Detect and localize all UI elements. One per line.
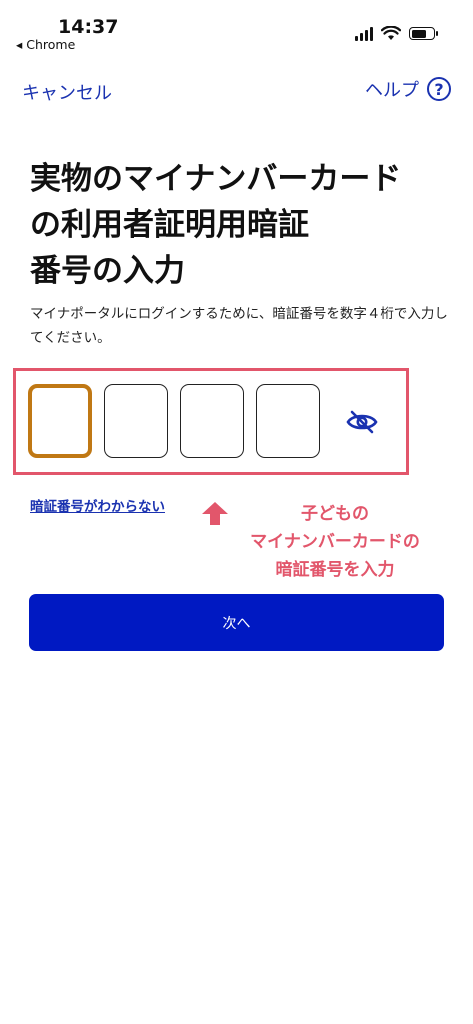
pin-digit-3[interactable] — [180, 384, 244, 458]
wifi-icon — [381, 26, 401, 40]
title-line: 実物のマイナンバーカード — [30, 161, 402, 197]
annotation-text: 子どもの マイナンバーカードの 暗証番号を入力 — [215, 500, 455, 584]
status-time: 14:37 — [58, 16, 119, 38]
title-line: の利用者証明用暗証 — [30, 207, 309, 243]
question-circle-icon: ? — [427, 77, 451, 101]
title-line: 番号の入力 — [30, 253, 185, 289]
cellular-signal-icon — [355, 26, 373, 41]
back-to-chrome-link[interactable]: ◂ Chrome — [16, 37, 75, 52]
pin-digit-4[interactable] — [256, 384, 320, 458]
pin-digit-2[interactable] — [104, 384, 168, 458]
next-button[interactable]: 次へ — [29, 594, 444, 651]
eye-off-icon[interactable] — [345, 409, 379, 435]
forgot-pin-link[interactable]: 暗証番号がわからない — [30, 495, 165, 515]
cancel-button[interactable]: キャンセル — [22, 79, 112, 105]
instruction-text: マイナポータルにログインするために、暗証番号を数字４桁で入力してください。 — [30, 306, 448, 346]
pin-digit-1[interactable] — [28, 384, 92, 458]
help-button[interactable]: ヘルプ ? — [365, 76, 451, 102]
annotation-line: マイナンバーカードの — [250, 532, 420, 552]
nav-bar: キャンセル ヘルプ ? — [0, 76, 473, 106]
battery-icon — [409, 27, 438, 40]
page-title: 実物のマイナンバーカード の利用者証明用暗証 番号の入力 — [30, 156, 450, 294]
status-bar: 14:37 ◂ Chrome — [0, 0, 473, 56]
annotation-line: 暗証番号を入力 — [275, 560, 395, 580]
status-icons — [355, 26, 438, 41]
help-label: ヘルプ — [365, 80, 419, 101]
annotation-line: 子どもの — [301, 504, 369, 524]
